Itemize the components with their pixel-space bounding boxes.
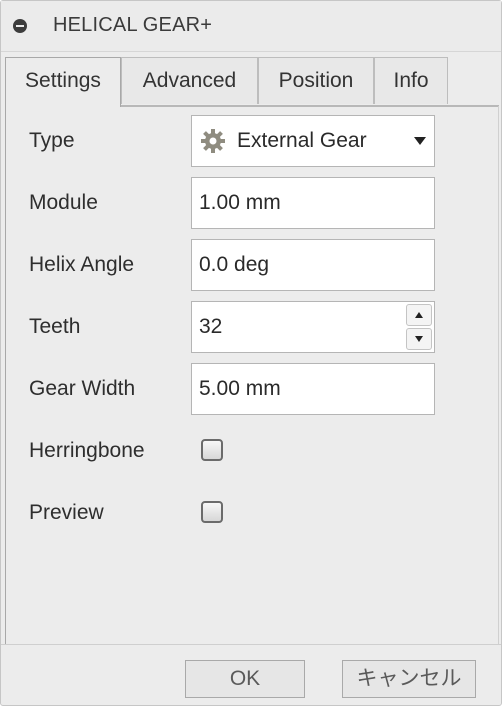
type-select[interactable]: External Gear	[191, 115, 435, 167]
gear-width-label: Gear Width	[29, 377, 136, 400]
increment-button[interactable]	[406, 304, 432, 326]
gear-width-input[interactable]: 5.00 mm	[191, 363, 435, 415]
tab-position[interactable]: Position	[258, 57, 374, 104]
arrow-up-icon	[415, 312, 423, 318]
preview-checkbox[interactable]	[201, 501, 223, 523]
tab-bar: Settings Advanced Position Info	[5, 57, 501, 107]
preview-label: Preview	[29, 501, 104, 524]
type-label: Type	[29, 129, 75, 152]
chevron-down-icon	[414, 137, 426, 145]
herringbone-checkbox[interactable]	[201, 439, 223, 461]
teeth-stepper[interactable]: 32	[191, 301, 435, 353]
collapse-icon[interactable]	[13, 19, 27, 33]
module-label: Module	[29, 191, 98, 214]
title-bar[interactable]: HELICAL GEAR+	[1, 1, 501, 52]
teeth-spinner	[406, 304, 432, 350]
dialog-title: HELICAL GEAR+	[53, 14, 213, 36]
helical-gear-dialog: HELICAL GEAR+ Settings Advanced Position…	[0, 0, 502, 706]
teeth-label: Teeth	[29, 315, 81, 338]
decrement-button[interactable]	[406, 328, 432, 350]
type-select-value: External Gear	[237, 129, 367, 152]
dialog-footer: OK キャンセル	[1, 644, 501, 707]
gear-icon	[201, 129, 225, 153]
helix-angle-input[interactable]: 0.0 deg	[191, 239, 435, 291]
ok-button[interactable]: OK	[185, 660, 305, 698]
helix-angle-label: Helix Angle	[29, 253, 135, 276]
tab-advanced[interactable]: Advanced	[121, 57, 258, 104]
cancel-button[interactable]: キャンセル	[342, 660, 476, 698]
module-input[interactable]: 1.00 mm	[191, 177, 435, 229]
tab-settings[interactable]: Settings	[5, 57, 121, 107]
herringbone-label: Herringbone	[29, 439, 145, 462]
arrow-down-icon	[415, 336, 423, 342]
teeth-value: 32	[199, 315, 223, 338]
tab-info[interactable]: Info	[374, 57, 448, 104]
